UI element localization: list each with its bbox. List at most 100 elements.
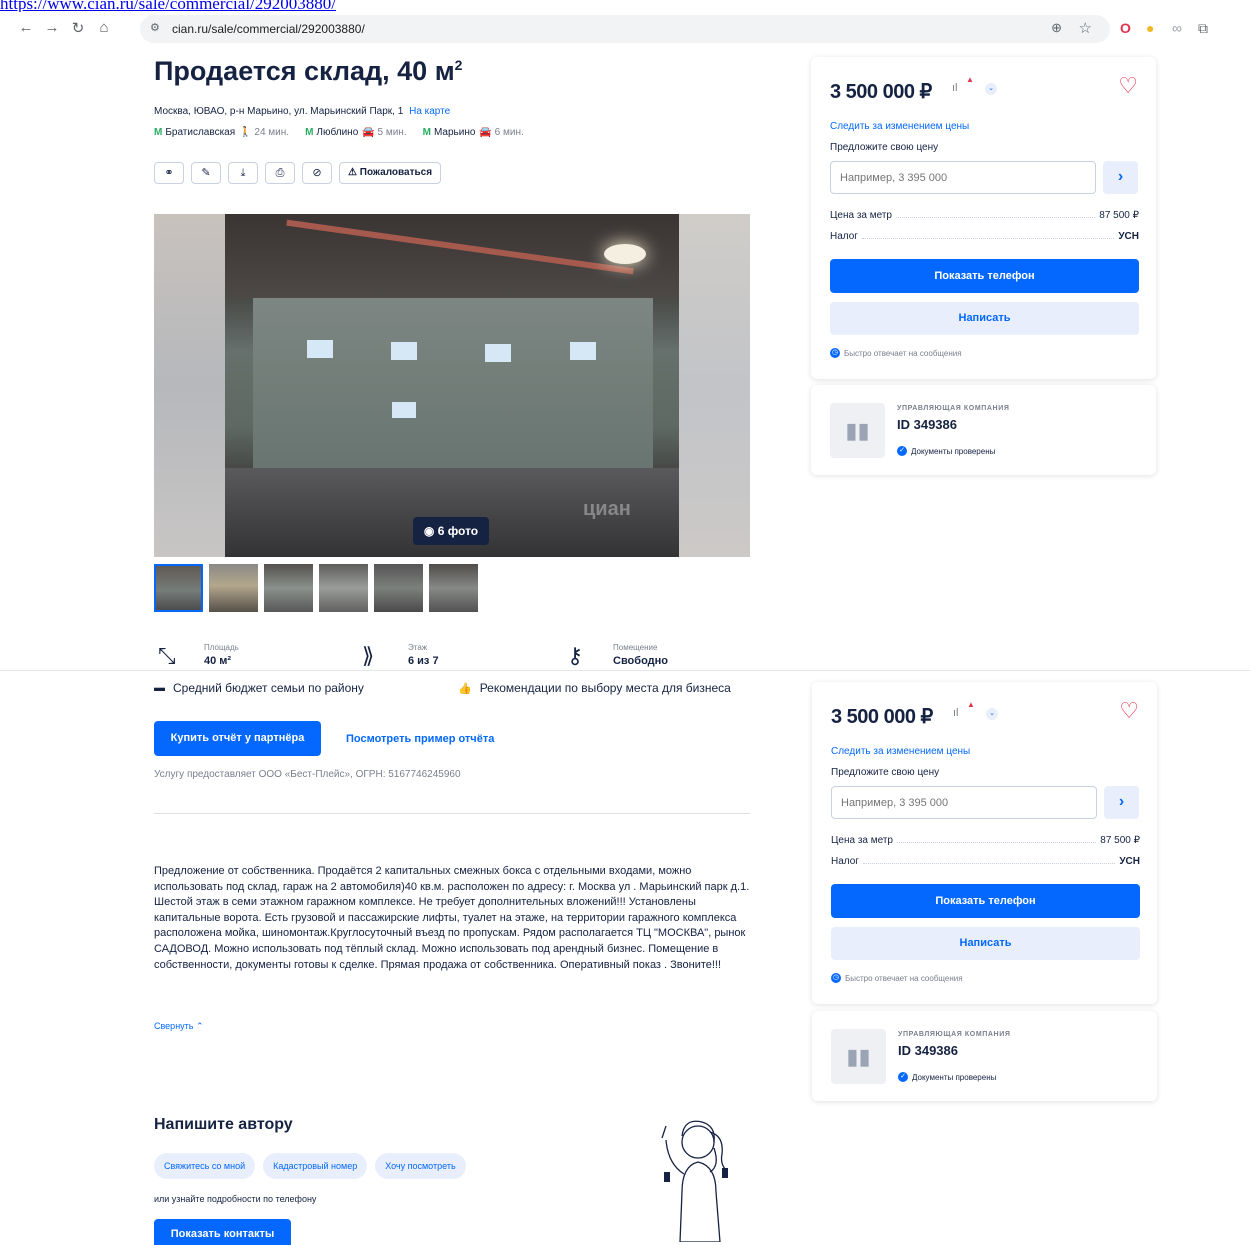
opera-extension-icon[interactable]: O	[1120, 20, 1131, 36]
metro-icon: M	[422, 127, 431, 138]
follow-price-link[interactable]: Следить за изменением цены	[830, 121, 969, 132]
stairs-icon: ⟫	[362, 643, 375, 668]
address-text: Москва, ЮВАО, р-н Марьино, ул. Марьински…	[154, 106, 404, 117]
price: 3 500 000 ₽	[831, 706, 933, 728]
extension-icon[interactable]: ●	[1146, 20, 1154, 36]
address-bar-url[interactable]: cian.ru/sale/commercial/292003880/	[172, 22, 365, 36]
feature-floor: ⟫ Этаж 6 из 7	[362, 643, 439, 668]
show-phone-button[interactable]: Показать телефон	[830, 259, 1139, 293]
puzzle-extensions-icon[interactable]: ⧉	[1198, 20, 1208, 37]
car-icon: 🚘	[479, 127, 492, 138]
offer-submit-button[interactable]: ›	[1104, 786, 1139, 819]
agent-card[interactable]: ▮▮ УПРАВЛЯЮЩАЯ КОМПАНИЯ ID 349386 ✓ Докум…	[812, 1011, 1157, 1101]
metro-list: M Братиславская 🚶 24 мин. M Люблино 🚘 5 мин.…	[154, 127, 524, 138]
thumbnail[interactable]	[264, 564, 313, 612]
sample-report-link[interactable]: Посмотреть пример отчёта	[346, 733, 494, 745]
offer-submit-button[interactable]: ›	[1103, 161, 1138, 194]
thumbnail[interactable]	[154, 564, 203, 612]
photo-gallery[interactable]: циан	[154, 214, 750, 557]
offer-label: Предложите свою цену	[831, 767, 940, 778]
collapse-link[interactable]: Свернуть ⌃	[154, 1021, 204, 1032]
main-photo[interactable]: циан	[225, 214, 679, 557]
reload-icon[interactable]: ↻	[68, 19, 88, 37]
metro-item[interactable]: M Марьино 🚘 6 мин.	[423, 127, 524, 138]
chip-contact-me[interactable]: Свяжитесь со мной	[154, 1153, 256, 1179]
metro-icon: M	[305, 127, 314, 138]
warning-icon: ⚠	[348, 167, 357, 178]
write-button[interactable]: Написать	[831, 927, 1140, 960]
forward-icon[interactable]: →	[42, 19, 62, 36]
write-button[interactable]: Написать	[830, 302, 1139, 335]
chevron-down-icon[interactable]: ⌄	[985, 83, 997, 95]
follow-price-link[interactable]: Следить за изменением цены	[831, 746, 970, 757]
print-icon[interactable]: ⎙	[265, 162, 295, 184]
check-icon: ✓	[897, 446, 907, 456]
agent-id[interactable]: ID 349386	[898, 1043, 958, 1058]
site-info-icon[interactable]: ⚙	[150, 21, 160, 34]
thumbnail[interactable]	[374, 564, 423, 612]
offer-price-input[interactable]	[830, 161, 1096, 194]
edit-icon[interactable]: ✎	[191, 162, 221, 184]
price: 3 500 000 ₽	[830, 81, 932, 103]
chevron-up-icon: ⌃	[196, 1021, 204, 1031]
chevron-right-icon: ›	[1117, 168, 1124, 185]
show-contacts-button[interactable]: Показать контакты	[154, 1219, 291, 1245]
girl-illustration	[661, 1120, 728, 1242]
chip-cadastral[interactable]: Кадастровый номер	[263, 1153, 368, 1179]
show-phone-button[interactable]: Показать телефон	[831, 884, 1140, 918]
offer-price-input[interactable]	[831, 786, 1097, 819]
hide-icon[interactable]: ⊘	[302, 162, 332, 184]
phone-note: или узнайте подробности по телефону	[154, 1194, 317, 1204]
listing-toolbar: ⚭ ✎ ⤓ ⎙ ⊘ ⚠ Пожаловаться	[154, 162, 442, 184]
agent-card[interactable]: ▮▮ УПРАВЛЯЮЩАЯ КОМПАНИЯ ID 349386 ✓ Докум…	[811, 385, 1156, 475]
car-icon: 🚘	[362, 127, 375, 138]
zoom-icon[interactable]: ⊕	[1051, 20, 1062, 36]
feature-area: ⤡ Площадь 40 м²	[158, 643, 239, 668]
write-author-title: Напишите автору	[154, 1116, 293, 1133]
thumbnail[interactable]	[319, 564, 368, 612]
verified-badge: ✓ Документы проверены	[897, 446, 995, 456]
page-title: Продается склад, 40 м2	[154, 56, 463, 86]
thumbnail[interactable]	[209, 564, 258, 612]
company-logo-icon: ▮▮	[830, 403, 885, 458]
thumbnails	[154, 564, 478, 612]
verified-badge: ✓ Документы проверены	[898, 1072, 996, 1082]
complain-button[interactable]: ⚠ Пожаловаться	[339, 162, 442, 184]
photo-count-button[interactable]: ◉ 6 фото	[413, 517, 489, 545]
watermark: циан	[583, 498, 631, 520]
walk-icon: 🚶	[239, 127, 252, 138]
price-history-icon[interactable]: ıl	[952, 82, 958, 94]
report-item: ▬ Средний бюджет семьи по району	[154, 681, 364, 695]
home-icon[interactable]: ⌂	[94, 19, 114, 36]
buy-report-button[interactable]: Купить отчёт у партнёра	[154, 721, 321, 756]
provider-note: Услугу предоставляет ООО «Бест-Плейс», О…	[154, 769, 461, 780]
thumbnail[interactable]	[429, 564, 478, 612]
price-history-icon[interactable]: ıl	[953, 707, 959, 719]
thumb-up-icon: 👍	[458, 682, 472, 695]
favorite-heart-icon[interactable]: ♡	[1118, 75, 1138, 97]
bookmark-star-icon[interactable]: ☆	[1079, 19, 1092, 37]
share-icon[interactable]: ⚭	[154, 162, 184, 184]
metro-item[interactable]: M Братиславская 🚶 24 мин.	[154, 127, 289, 138]
check-icon: ✓	[898, 1072, 908, 1082]
price-per-meter-row: Цена за метр 87 500 ₽	[830, 210, 1139, 221]
download-icon[interactable]: ⤓	[228, 162, 258, 184]
map-link[interactable]: На карте	[409, 106, 450, 117]
report-item: 👍 Рекомендации по выбору места для бизнес…	[458, 681, 731, 695]
agent-id[interactable]: ID 349386	[897, 417, 957, 432]
feature-premise: ⚷ Помещение Свободно	[567, 643, 668, 668]
tax-row: Налог УСН	[830, 231, 1139, 242]
key-icon: ⚷	[567, 643, 584, 668]
company-logo-icon: ▮▮	[831, 1029, 886, 1084]
metro-item[interactable]: M Люблино 🚘 5 мин.	[305, 127, 407, 138]
extension-icon[interactable]: ∞	[1172, 20, 1182, 36]
metro-icon: M	[154, 127, 163, 138]
address-bar[interactable]: ⚙ cian.ru/sale/commercial/292003880/ ⊕ ☆	[140, 15, 1110, 43]
chevron-right-icon: ›	[1118, 793, 1125, 810]
back-icon[interactable]: ←	[16, 19, 36, 36]
chip-want-to-see[interactable]: Хочу посмотреть	[375, 1153, 466, 1179]
chevron-down-icon[interactable]: ⌄	[986, 708, 998, 720]
camera-icon: ◉	[423, 524, 435, 538]
favorite-heart-icon[interactable]: ♡	[1119, 700, 1139, 722]
fast-reply-badge: ◷ Быстро отвечает на сообщения	[831, 973, 963, 983]
